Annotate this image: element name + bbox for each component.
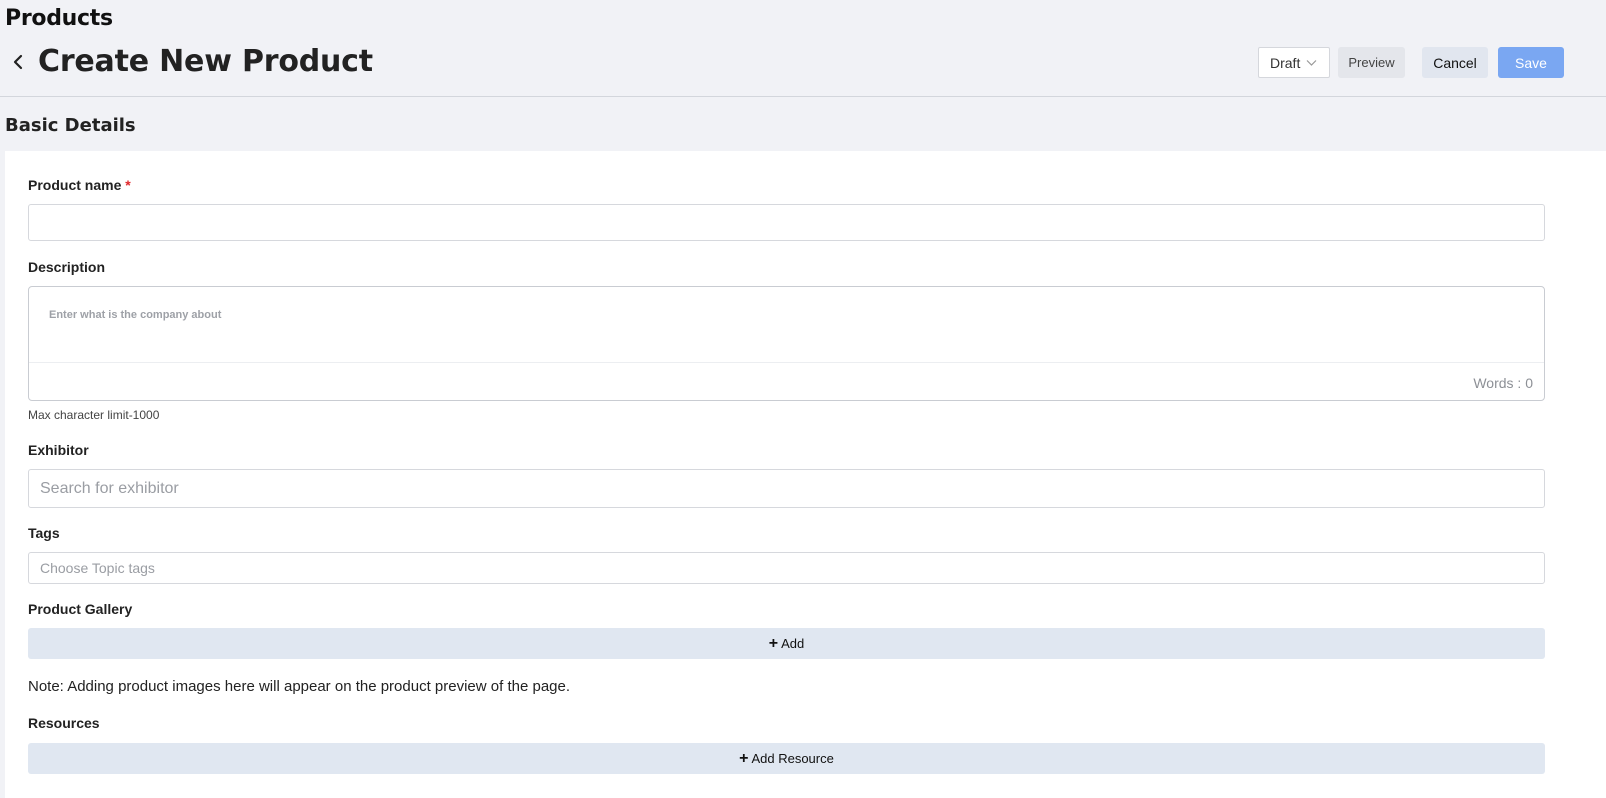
page-title: Create New Product (38, 44, 373, 79)
product-name-label: Product name * (28, 177, 131, 193)
product-gallery-label: Product Gallery (28, 601, 133, 617)
add-gallery-label: Add (781, 636, 805, 651)
tags-input[interactable] (28, 552, 1545, 584)
section-title: Basic Details (5, 115, 136, 136)
description-helper: Max character limit-1000 (28, 408, 160, 422)
save-button[interactable]: Save (1498, 47, 1564, 78)
chevron-down-icon (1306, 59, 1317, 66)
description-editor: Words : 0 (28, 286, 1545, 401)
resources-label: Resources (28, 715, 100, 731)
required-mark: * (125, 177, 131, 193)
word-count: Words : 0 (1473, 375, 1533, 391)
app-title: Products (5, 6, 113, 31)
header-divider (0, 96, 1606, 97)
page-header: Create New Product Draft Preview Cancel … (0, 40, 1606, 96)
plus-icon: + (739, 749, 749, 767)
plus-icon: + (768, 634, 779, 652)
exhibitor-label: Exhibitor (28, 442, 89, 458)
basic-details-card: Product name * Description Words : 0 Max… (5, 151, 1606, 798)
status-select[interactable]: Draft (1258, 47, 1330, 78)
status-value: Draft (1270, 54, 1301, 71)
tags-label: Tags (28, 525, 60, 541)
add-resource-button[interactable]: + Add Resource (28, 743, 1545, 774)
cancel-button[interactable]: Cancel (1422, 47, 1488, 78)
description-label: Description (28, 259, 106, 275)
product-name-label-text: Product name (28, 177, 122, 193)
chevron-left-icon (13, 54, 23, 70)
product-name-input[interactable] (28, 204, 1545, 241)
description-textarea[interactable] (29, 287, 1544, 362)
back-button[interactable] (8, 51, 28, 73)
gallery-note: Note: Adding product images here will ap… (28, 678, 571, 695)
preview-button[interactable]: Preview (1338, 47, 1405, 78)
add-resource-label: Add Resource (751, 751, 834, 766)
exhibitor-search-input[interactable] (28, 469, 1545, 508)
description-footer: Words : 0 (29, 362, 1544, 401)
add-gallery-button[interactable]: + Add (28, 628, 1545, 659)
